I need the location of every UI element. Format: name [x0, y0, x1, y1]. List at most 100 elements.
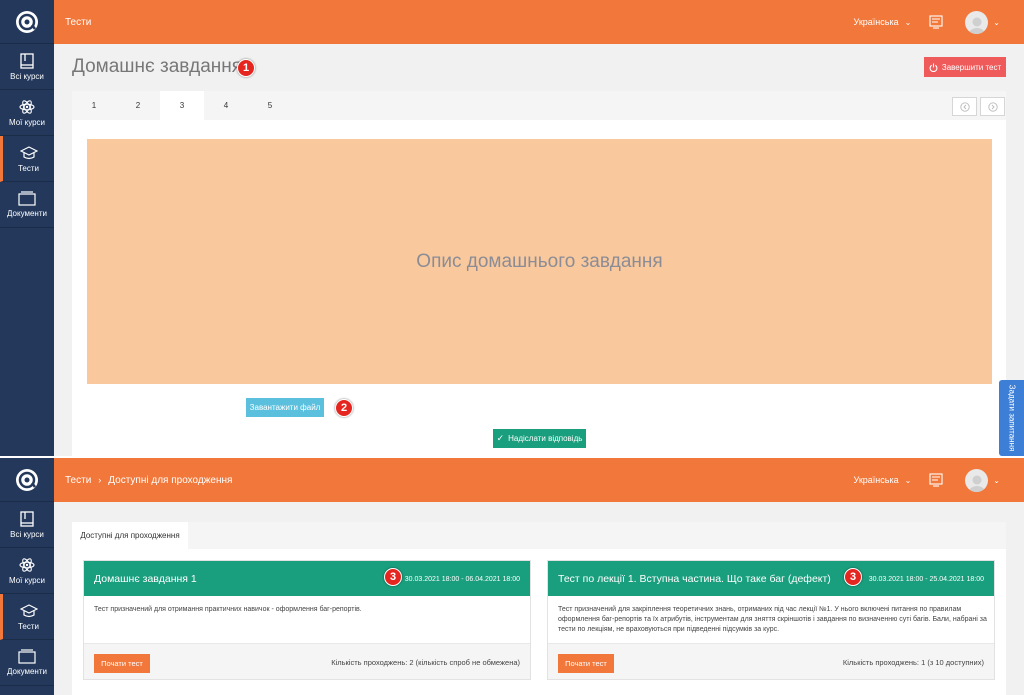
test-card-dates: 30.03.2021 18:00 - 06.04.2021 18:00 — [404, 576, 520, 583]
language-label: Українська — [853, 475, 899, 485]
sidebar-item-label: Мої курси — [8, 117, 46, 127]
ask-question-label: Задати запитання — [1007, 384, 1016, 452]
screenshot-available-tests: Всі курси Мої курси Тести Документи Тест… — [0, 458, 1024, 695]
finish-test-label: Завершити тест — [941, 62, 1002, 72]
tab-question-5[interactable]: 5 — [248, 91, 292, 120]
graduation-cap-icon — [19, 603, 38, 617]
start-test-button[interactable]: Почати тест — [558, 654, 614, 673]
sidebar-item-all-courses[interactable]: Всі курси — [0, 44, 54, 90]
breadcrumb[interactable]: Тести — [65, 17, 91, 28]
avatar[interactable] — [965, 10, 989, 34]
breadcrumb-separator: › — [98, 475, 102, 485]
test-card-header: Домашнє завдання 1 30.03.2021 18:00 - 06… — [84, 561, 530, 596]
topbar: Тести Українська ⌄ ⌄ — [54, 0, 1024, 44]
sidebar: Всі курси Мої курси Тести Документи — [0, 458, 54, 695]
atom-icon — [19, 99, 35, 114]
folder-icon — [18, 191, 36, 206]
page-title: Домашнє завдання — [72, 56, 243, 77]
test-card-header: Тест по лекції 1. Вступна частина. Що та… — [548, 561, 994, 596]
power-icon — [929, 62, 938, 72]
question-panel: 1 2 3 4 5 Опис домашнього завдання Заван… — [72, 91, 1006, 456]
tests-tabs: Доступні для проходження — [72, 522, 1006, 549]
test-card-title[interactable]: Домашнє завдання 1 — [94, 573, 197, 585]
assignment-description: Опис домашнього завдання — [87, 139, 992, 384]
certificate-icon — [929, 473, 943, 487]
upload-file-button[interactable]: Завантажити файл — [246, 398, 324, 417]
test-card-attempts: Кількість проходжень: 1 (з 10 доступних) — [842, 658, 984, 667]
logo-icon — [16, 10, 38, 33]
chevron-down-icon: ⌄ — [904, 17, 912, 27]
send-answer-label: Надіслати відповідь — [508, 434, 583, 443]
sidebar-item-label: Мої курси — [8, 575, 46, 585]
start-test-button[interactable]: Почати тест — [94, 654, 150, 673]
breadcrumb-current: Доступні для проходження — [108, 474, 233, 486]
question-tabs: 1 2 3 4 5 — [72, 91, 1006, 120]
test-card-description: Тест призначений для закріплення теорети… — [558, 606, 987, 633]
assignment-description-text: Опис домашнього завдання — [416, 250, 663, 272]
certificate-icon — [929, 15, 943, 29]
language-selector[interactable]: Українська ⌄ — [854, 17, 912, 27]
user-icon — [968, 17, 985, 34]
tab-question-3[interactable]: 3 — [160, 91, 204, 120]
test-card-description: Тест призначений для отримання практични… — [94, 606, 362, 613]
sidebar-item-label: Тести — [17, 621, 40, 631]
sidebar-item-label: Документи — [7, 667, 47, 676]
available-tests-panel: Доступні для проходження Домашнє завданн… — [72, 522, 1006, 695]
ask-question-tab[interactable]: Задати запитання — [999, 380, 1024, 456]
sidebar-item-label: Всі курси — [10, 71, 44, 81]
chevron-left-icon — [959, 101, 970, 112]
book-icon — [20, 52, 34, 69]
test-card-footer: Почати тест Кількість проходжень: 1 (з 1… — [548, 643, 994, 679]
sidebar-item-all-courses[interactable]: Всі курси — [0, 502, 54, 548]
sidebar-item-my-courses[interactable]: Мої курси — [0, 548, 54, 594]
sidebar-item-label: Документи — [7, 209, 47, 218]
user-icon — [968, 475, 985, 492]
sidebar-item-documents[interactable]: Документи — [0, 182, 54, 228]
test-card-footer: Почати тест Кількість проходжень: 2 (кіл… — [84, 643, 530, 679]
sidebar-item-label: Всі курси — [10, 529, 44, 539]
finish-test-button[interactable]: Завершити тест — [924, 57, 1006, 77]
sidebar-item-tests[interactable]: Тести — [0, 136, 54, 182]
tab-question-1[interactable]: 1 — [72, 91, 116, 120]
notifications-button[interactable] — [929, 473, 943, 487]
test-card: Домашнє завдання 1 30.03.2021 18:00 - 06… — [83, 560, 531, 680]
language-selector[interactable]: Українська ⌄ — [854, 475, 912, 485]
notifications-button[interactable] — [929, 15, 943, 29]
logo-icon — [16, 468, 38, 491]
screenshot-test-page: Всі курси Мої курси Тести Документи Тест… — [0, 0, 1024, 456]
test-card: Тест по лекції 1. Вступна частина. Що та… — [547, 560, 995, 680]
sidebar-item-documents[interactable]: Документи — [0, 640, 54, 686]
test-card-attempts: Кількість проходжень: 2 (кількість спроб… — [331, 658, 520, 667]
app-logo[interactable] — [0, 458, 54, 502]
avatar[interactable] — [965, 468, 989, 492]
book-icon — [20, 510, 34, 527]
check-icon: ✓ — [496, 433, 505, 443]
graduation-cap-icon — [19, 145, 38, 159]
atom-icon — [19, 557, 35, 572]
annotation-marker: 3 — [844, 568, 862, 586]
test-card-title[interactable]: Тест по лекції 1. Вступна частина. Що та… — [558, 573, 831, 585]
tab-available-tests[interactable]: Доступні для проходження — [72, 522, 188, 549]
topbar: Тести › Доступні для проходження Українс… — [54, 458, 1024, 502]
test-card-dates: 30.03.2021 18:00 - 25.04.2021 18:00 — [868, 576, 984, 583]
chevron-down-icon[interactable]: ⌄ — [993, 476, 1000, 485]
sidebar-item-label: Тести — [17, 163, 40, 173]
app-logo[interactable] — [0, 0, 54, 44]
sidebar: Всі курси Мої курси Тести Документи — [0, 0, 54, 456]
language-label: Українська — [853, 17, 899, 27]
sidebar-item-my-courses[interactable]: Мої курси — [0, 90, 54, 136]
chevron-down-icon[interactable]: ⌄ — [993, 18, 1000, 27]
tab-question-4[interactable]: 4 — [204, 91, 248, 120]
tab-question-2[interactable]: 2 — [116, 91, 160, 120]
next-question-button[interactable] — [980, 97, 1005, 116]
chevron-right-icon — [987, 101, 998, 112]
chevron-down-icon: ⌄ — [904, 475, 912, 485]
annotation-marker: 3 — [384, 568, 402, 586]
annotation-marker: 1 — [237, 59, 255, 77]
prev-question-button[interactable] — [952, 97, 977, 116]
breadcrumb-root[interactable]: Тести — [65, 475, 91, 486]
sidebar-item-tests[interactable]: Тести — [0, 594, 54, 640]
annotation-marker: 2 — [335, 399, 353, 417]
send-answer-button[interactable]: ✓ Надіслати відповідь — [493, 429, 586, 448]
folder-icon — [18, 649, 36, 664]
